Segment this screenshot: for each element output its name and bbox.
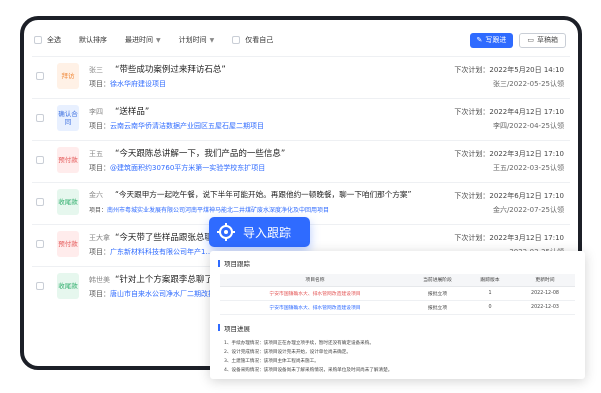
owner-name: 王大拿 <box>89 234 110 242</box>
version-cell: 0 <box>465 300 515 315</box>
updated-cell: 2022-12-03 <box>515 300 575 315</box>
stage-badge: 收尾款 <box>57 273 79 299</box>
row-meta: 下次计划：2022年6月12日 17:10 金六/2022-07-25认领 <box>454 189 564 217</box>
write-follow-label: 写跟进 <box>485 36 507 44</box>
toolbar: 全选 默认排序 最进时间 ▼ 计划时间 ▼ 仅看自己 ✎ 写跟进 ▭ 草稿箱 <box>34 30 566 50</box>
project-prefix: 项目： <box>89 207 108 214</box>
column-header: 更新时间 <box>515 274 575 287</box>
next-plan: 下次计划：2022年4月12日 17:10 <box>454 108 564 116</box>
tracking-table: 项目名称 当前进展阶段 跟踪版本 更新时间 宁安市国镇确水大、排水管网改造建设项… <box>220 274 575 315</box>
owner-name: 金六 <box>89 191 103 199</box>
row-checkbox[interactable] <box>36 114 44 122</box>
row-checkbox[interactable] <box>36 282 44 290</box>
claim-info: 金六/2022-07-25认领 <box>492 206 564 214</box>
column-header: 项目名称 <box>220 274 410 287</box>
next-plan: 下次计划：2022年3月12日 17:10 <box>454 150 564 158</box>
mine-only-checkbox[interactable] <box>232 36 241 44</box>
latest-time-label: 最进时间 <box>125 36 153 44</box>
write-follow-button[interactable]: ✎ 写跟进 <box>469 32 514 48</box>
follow-note: “今天跟陈总讲解一下，我们产品的一些信息” <box>115 149 286 159</box>
import-tracking-button[interactable]: 导入跟踪 <box>209 217 310 247</box>
stage-badge: 收尾款 <box>57 189 79 215</box>
default-sort-label: 默认排序 <box>79 36 107 44</box>
project-link[interactable]: 南州市粤城实业发展有限公司河南平煤神马能北二井煤矿废水深度净化及中回用项目 <box>107 207 329 214</box>
chevron-down-icon: ▼ <box>156 36 161 44</box>
drafts-button[interactable]: ▭ 草稿箱 <box>519 32 566 48</box>
claim-info: 张三/2022-05-25认领 <box>492 80 564 88</box>
updated-cell: 2022-12-08 <box>515 286 575 301</box>
list-item[interactable]: 确认合同 李四 “送样品” 项目：云南云南华侨清洁数据产业园区五屋石屋二期项目 下… <box>32 98 570 140</box>
stage-cell: 报批立项 <box>410 286 465 301</box>
owner-name: 李四 <box>89 108 103 116</box>
row-checkbox[interactable] <box>36 156 44 164</box>
row-checkbox[interactable] <box>36 240 44 248</box>
default-sort[interactable]: 默认排序 <box>79 35 107 45</box>
table-row[interactable]: 宁安市国镇确水大、排水管网改造建设项目 报批立项 1 2022-12-08 <box>220 286 575 301</box>
chevron-down-icon: ▼ <box>209 36 215 44</box>
project-link[interactable]: 唐山市自来水公司净水厂二期改扩… <box>110 290 222 298</box>
progress-notes: 1、手续办理情况：该项目正在办理立项手续，暂时还没有确定设备采购。 2、设计完成… <box>224 339 585 375</box>
table-row[interactable]: 宁安市国镇确水大、排水管网改造建设项目 报批立项 0 2022-12-03 <box>220 300 575 315</box>
claim-info: 王五/2022-03-25认领 <box>492 164 564 172</box>
project-name-cell[interactable]: 宁安市国镇确水大、排水管网改造建设项目 <box>220 286 410 301</box>
stage-badge: 预付款 <box>57 231 79 257</box>
stage-badge: 预付款 <box>57 147 79 173</box>
next-plan: 下次计划：2022年3月12日 17:10 <box>454 234 564 242</box>
progress-item: 4、设备采购情况：该项目设备尚未了解采购情况，采购单位及时间尚未了解清楚。 <box>224 367 393 373</box>
project-prefix: 项目： <box>89 290 110 298</box>
drafts-icon: ▭ <box>527 36 534 44</box>
owner-name: 王五 <box>89 150 103 158</box>
stage-badge: 拜访 <box>57 63 79 89</box>
project-link[interactable]: @建筑面积约30760平方米第一实验学校东扩项目 <box>110 164 265 172</box>
row-meta: 下次计划：2022年3月12日 17:10 王五/2022-03-25认领 <box>454 147 564 175</box>
select-all-label: 全选 <box>47 36 61 44</box>
project-name-cell[interactable]: 宁安市国镇确水大、排水管网改造建设项目 <box>220 300 410 315</box>
project-tracking-panel: 项目跟踪 项目名称 当前进展阶段 跟踪版本 更新时间 宁安市国镇确水大、排水管网… <box>210 251 585 379</box>
progress-item: 1、手续办理情况：该项目正在办理立项手续，暂时还没有确定设备采购。 <box>224 340 374 346</box>
row-meta: 下次计划：2022年4月12日 17:10 李四/2022-04-25认领 <box>454 105 564 133</box>
project-link[interactable]: 云南云南华侨清洁数据产业园区五屋石屋二期项目 <box>110 122 264 130</box>
row-checkbox[interactable] <box>36 198 44 206</box>
stage: 全选 默认排序 最进时间 ▼ 计划时间 ▼ 仅看自己 ✎ 写跟进 ▭ 草稿箱 拜… <box>0 0 601 393</box>
column-header: 跟踪版本 <box>465 274 515 287</box>
list-item[interactable]: 拜访 张三 “带些成功案例过来拜访石总” 项目：徐水华府建设项目 下次计划：202… <box>32 56 570 98</box>
drafts-label: 草稿箱 <box>537 36 558 44</box>
follow-note: “今天跟甲方一起吃午餐，说下半年可能开始。再跟他约一顿晚餐，聊一下咱们那个方案” <box>115 190 412 199</box>
next-plan: 下次计划：2022年6月12日 17:10 <box>454 192 564 200</box>
section-title-progress: 项目进展 <box>218 323 585 333</box>
follow-note: “带些成功案例过来拜访石总” <box>115 65 226 75</box>
select-all[interactable]: 全选 <box>34 35 61 45</box>
project-prefix: 项目： <box>89 248 110 256</box>
edit-icon: ✎ <box>476 36 483 44</box>
column-header: 当前进展阶段 <box>410 274 465 287</box>
stage-cell: 报批立项 <box>410 300 465 315</box>
import-tracking-label: 导入跟踪 <box>243 225 292 240</box>
project-prefix: 项目： <box>89 164 110 172</box>
progress-item: 2、设计完成情况：该项目设计完未开始，设计单位尚未确定。 <box>224 349 351 355</box>
plan-time-dropdown[interactable]: 计划时间 ▼ <box>179 35 215 45</box>
row-checkbox[interactable] <box>36 72 44 80</box>
row-meta: 下次计划：2022年5月20日 14:10 张三/2022-05-25认领 <box>454 63 564 91</box>
version-cell: 1 <box>465 286 515 301</box>
project-link[interactable]: 徐水华府建设项目 <box>110 80 166 88</box>
crosshair-icon <box>217 223 235 241</box>
table-header-row: 项目名称 当前进展阶段 跟踪版本 更新时间 <box>220 274 575 287</box>
stage-badge: 确认合同 <box>57 105 79 131</box>
select-all-checkbox[interactable] <box>34 36 42 44</box>
follow-note: “送样品” <box>115 107 150 117</box>
section-title-tracking: 项目跟踪 <box>218 258 585 268</box>
owner-name: 张三 <box>89 66 103 74</box>
plan-time-label: 计划时间 <box>178 36 207 44</box>
list-item[interactable]: 预付款 王五 “今天跟陈总讲解一下，我们产品的一些信息” 项目：@建筑面积约307… <box>32 140 570 182</box>
project-link[interactable]: 广东新材料科技有限公司年产1… <box>110 248 212 256</box>
claim-info: 李四/2022-04-25认领 <box>492 122 564 130</box>
next-plan: 下次计划：2022年5月20日 14:10 <box>454 66 564 74</box>
mine-only-filter[interactable]: 仅看自己 <box>232 35 273 45</box>
project-prefix: 项目： <box>89 80 110 88</box>
mine-only-label: 仅看自己 <box>245 36 274 44</box>
progress-item: 3、土建施工情况：该项目主体工程尚未施工。 <box>224 358 319 364</box>
latest-time-dropdown[interactable]: 最进时间 ▼ <box>125 35 161 45</box>
owner-name: 韩世美 <box>89 276 110 284</box>
project-prefix: 项目： <box>89 122 110 130</box>
